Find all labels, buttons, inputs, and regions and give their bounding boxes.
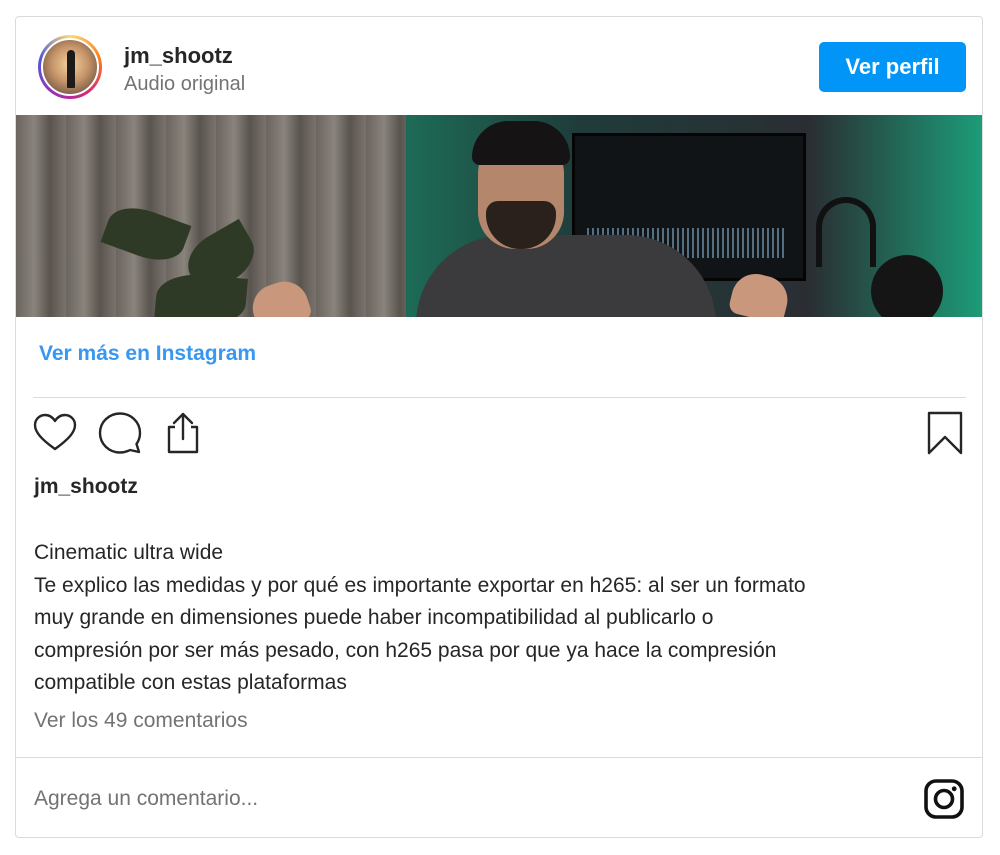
like-button[interactable] [33,411,77,455]
comment-input[interactable] [34,779,894,819]
comment-icon [98,412,142,454]
view-more-on-instagram-link[interactable]: Ver más en Instagram [39,342,256,366]
instagram-logo-button[interactable] [922,777,966,821]
caption-line: compatible con estas plataformas [34,671,347,695]
avatar[interactable] [38,35,102,99]
media-speaker [871,255,943,317]
divider [33,397,966,398]
divider [16,757,982,758]
caption-line: Te explico las medidas y por qué es impo… [34,573,806,597]
bookmark-icon [927,411,963,455]
caption-line: compresión por ser más pesado, con h265 … [34,638,777,662]
comment-button[interactable] [98,411,142,455]
share-icon [167,412,199,454]
media-headphones [816,197,876,267]
view-comments-link[interactable]: Ver los 49 comentarios [34,709,248,733]
instagram-icon [924,779,964,819]
caption-line: Cinematic ultra wide [34,541,224,564]
post-owner-username[interactable]: jm_shootz [34,475,138,499]
heart-icon [33,413,77,451]
post-header: jm_shootz Audio original Ver perfil [16,17,982,115]
caption-line: muy grande en dimensiones puede haber in… [34,606,714,630]
instagram-embed-card: jm_shootz Audio original Ver perfil Ver … [15,16,983,838]
view-profile-button[interactable]: Ver perfil [819,42,966,92]
post-caption: Cinematic ultra wide Te explico las medi… [34,537,964,700]
media-person-hair [472,121,570,165]
avatar-image [41,38,99,96]
share-button[interactable] [161,411,205,455]
avatar-figure [67,50,75,88]
post-media[interactable] [16,115,982,317]
media-person-body [416,235,716,317]
save-button[interactable] [923,411,967,455]
header-username[interactable]: jm_shootz [124,43,233,69]
audio-label[interactable]: Audio original [124,73,245,96]
